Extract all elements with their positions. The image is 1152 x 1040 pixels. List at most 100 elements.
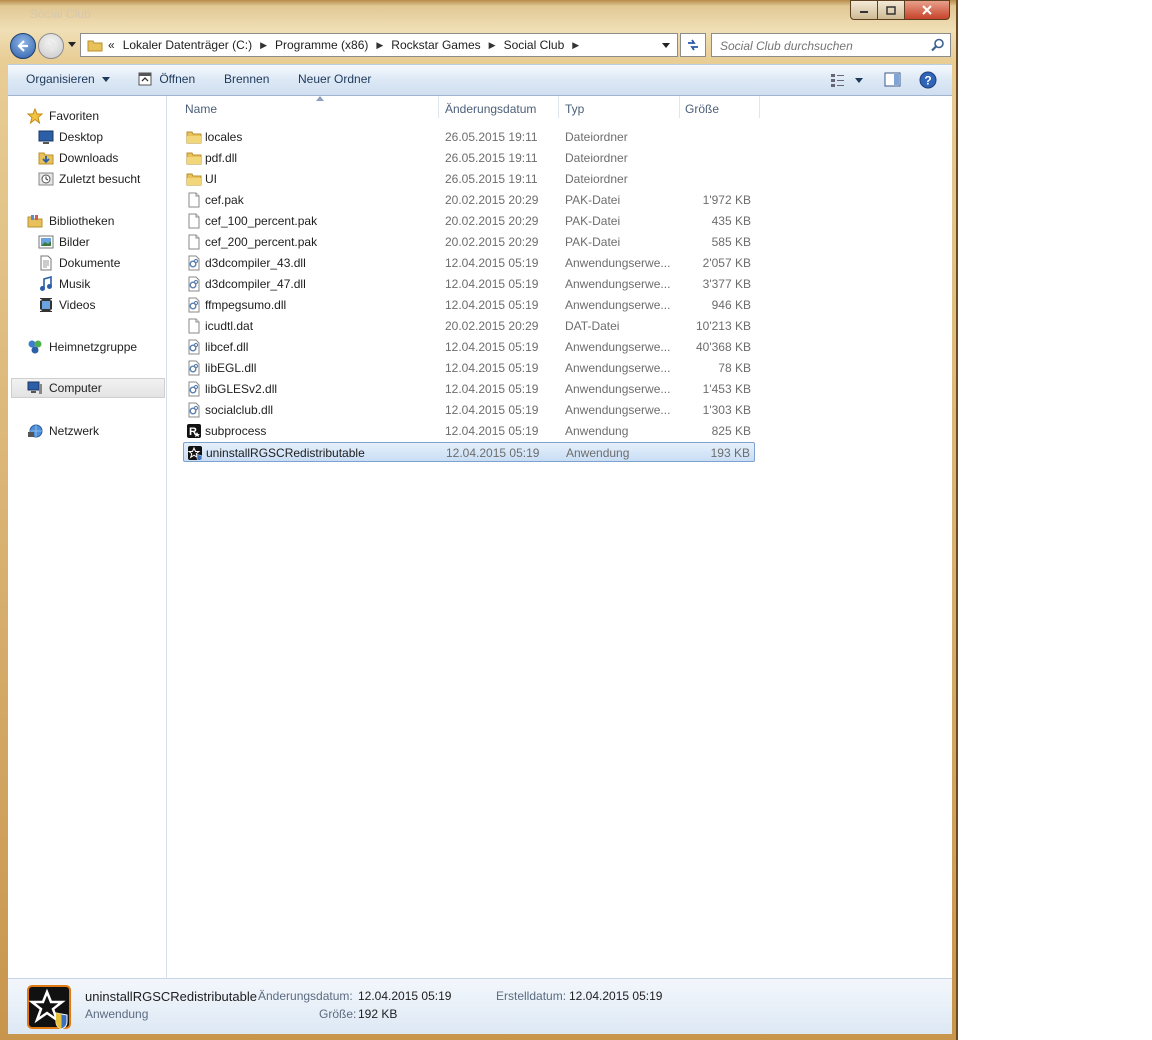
- close-button[interactable]: [904, 0, 950, 20]
- details-size-value: 192 KB: [358, 1007, 398, 1021]
- breadcrumb-program-files[interactable]: Programme (x86): [269, 38, 374, 52]
- column-header-date[interactable]: Änderungsdatum: [439, 96, 559, 120]
- breadcrumb-rockstar-games[interactable]: Rockstar Games: [385, 38, 486, 52]
- search-input[interactable]: [718, 37, 922, 55]
- table-row[interactable]: ffmpegsumo.dll 12.04.2015 05:19 Anwendungs…: [183, 295, 755, 315]
- view-options-button[interactable]: [830, 71, 866, 92]
- table-row[interactable]: uninstallRGSCRedistributable 12.04.2015 0…: [183, 442, 755, 462]
- column-header-type[interactable]: Typ: [559, 96, 679, 120]
- sidebar-item-downloads[interactable]: Downloads: [8, 148, 166, 168]
- sidebar-label: Musik: [59, 277, 91, 291]
- table-row[interactable]: locales 26.05.2015 19:11 Dateiordner: [183, 127, 755, 147]
- sidebar-item-favorites[interactable]: Favoriten: [8, 106, 166, 126]
- refresh-button[interactable]: [680, 33, 706, 57]
- breadcrumb-drive[interactable]: Lokaler Datenträger (C:): [121, 38, 258, 52]
- search-box[interactable]: [711, 33, 951, 57]
- column-type-label: Typ: [565, 102, 585, 116]
- sidebar-item-videos[interactable]: Videos: [8, 295, 166, 315]
- breadcrumb-separator-icon[interactable]: ▶: [570, 40, 581, 51]
- help-button[interactable]: ?: [919, 71, 937, 92]
- folder-icon: [87, 40, 103, 52]
- address-bar[interactable]: « Lokaler Datenträger (C:) ▶ Programme (…: [80, 33, 678, 57]
- table-row[interactable]: cef_100_percent.pak 20.02.2015 20:29 PAK-D…: [183, 211, 755, 231]
- table-row[interactable]: socialclub.dll 12.04.2015 05:19 Anwendungs…: [183, 400, 755, 420]
- breadcrumb-separator-icon[interactable]: ▶: [487, 40, 498, 51]
- breadcrumb-overflow[interactable]: «: [103, 38, 121, 52]
- file-name: cef_200_percent.pak: [205, 235, 318, 249]
- burn-button[interactable]: Brennen: [224, 72, 269, 86]
- address-dropdown-icon[interactable]: [661, 42, 671, 49]
- table-row[interactable]: libGLESv2.dll 12.04.2015 05:19 Anwendungse…: [183, 379, 755, 399]
- sidebar-item-desktop[interactable]: Desktop: [8, 127, 166, 147]
- back-button[interactable]: [10, 33, 36, 59]
- table-row[interactable]: libEGL.dll 12.04.2015 05:19 Anwendungserwe…: [183, 358, 755, 378]
- navigation-pane[interactable]: Favoriten Desktop Downloads Zuletzt besu…: [8, 96, 167, 978]
- homegroup-icon: [28, 340, 42, 354]
- file-list[interactable]: Name Änderungsdatum Typ Größe locales 26.…: [167, 96, 952, 978]
- file-name: d3dcompiler_43.dll: [205, 256, 306, 270]
- file-type: Dateiordner: [565, 151, 628, 165]
- file-type: Anwendung: [566, 446, 630, 460]
- videos-icon: [40, 298, 52, 312]
- dll-icon: [188, 276, 200, 292]
- column-header-size[interactable]: Größe: [680, 96, 760, 120]
- breadcrumb-separator-icon[interactable]: ▶: [258, 40, 269, 51]
- table-row[interactable]: d3dcompiler_43.dll 12.04.2015 05:19 Anwend…: [183, 253, 755, 273]
- file-icon: [188, 318, 200, 334]
- recent-places-icon: [38, 172, 54, 186]
- column-separator[interactable]: [759, 96, 760, 118]
- new-folder-button[interactable]: Neuer Ordner: [298, 72, 371, 86]
- file-name: pdf.dll: [205, 151, 238, 165]
- file-type: Anwendungserwe...: [565, 403, 671, 417]
- minimize-icon: [860, 11, 868, 13]
- maximize-icon: [886, 5, 896, 15]
- breadcrumb-separator-icon[interactable]: ▶: [374, 40, 385, 51]
- search-icon[interactable]: [931, 38, 945, 52]
- file-type: Anwendungserwe...: [565, 298, 671, 312]
- sidebar-item-recent[interactable]: Zuletzt besucht: [8, 169, 166, 189]
- sidebar-item-homegroup[interactable]: Heimnetzgruppe: [8, 337, 166, 357]
- table-row[interactable]: cef_200_percent.pak 20.02.2015 20:29 PAK-D…: [183, 232, 755, 252]
- column-date-label: Änderungsdatum: [445, 102, 537, 116]
- file-name: locales: [205, 130, 243, 144]
- organize-button[interactable]: Organisieren: [26, 72, 111, 86]
- table-row[interactable]: pdf.dll 26.05.2015 19:11 Dateiordner: [183, 148, 755, 168]
- table-row[interactable]: d3dcompiler_47.dll 12.04.2015 05:19 Anwend…: [183, 274, 755, 294]
- table-row[interactable]: Rsubprocess 12.04.2015 05:19 Anwendung 825 …: [183, 421, 755, 441]
- recent-pages-dropdown-icon[interactable]: [67, 41, 77, 48]
- title-bar[interactable]: Social Club: [0, 0, 958, 30]
- sidebar-item-libraries[interactable]: Bibliotheken: [8, 211, 166, 231]
- file-size: 825 KB: [711, 424, 751, 438]
- maximize-button[interactable]: [877, 0, 905, 20]
- sidebar-item-network[interactable]: Netzwerk: [8, 421, 166, 441]
- sidebar-item-pictures[interactable]: Bilder: [8, 232, 166, 252]
- table-row[interactable]: UI 26.05.2015 19:11 Dateiordner: [183, 169, 755, 189]
- sidebar-label: Heimnetzgruppe: [49, 340, 138, 354]
- file-icon: [188, 213, 200, 229]
- sidebar-item-documents[interactable]: Dokumente: [8, 253, 166, 273]
- table-row[interactable]: cef.pak 20.02.2015 20:29 PAK-Datei 1'972 KB: [183, 190, 755, 210]
- file-date: 12.04.2015 05:19: [445, 256, 539, 270]
- file-type: Anwendungserwe...: [565, 277, 671, 291]
- computer-icon: [27, 381, 42, 394]
- file-size: 435 KB: [711, 214, 751, 228]
- dll-icon: [188, 339, 200, 355]
- file-size: 40'368 KB: [695, 340, 751, 354]
- file-name: cef_100_percent.pak: [205, 214, 318, 228]
- view-list-icon: [831, 74, 863, 87]
- table-row[interactable]: libcef.dll 12.04.2015 05:19 Anwendungserwe…: [183, 337, 755, 357]
- sidebar-item-music[interactable]: Musik: [8, 274, 166, 294]
- open-button[interactable]: Öffnen: [138, 72, 195, 86]
- forward-button[interactable]: [38, 33, 64, 59]
- desktop-icon: [38, 130, 54, 144]
- network-icon: [28, 424, 43, 438]
- downloads-folder-icon: [38, 152, 54, 165]
- table-row[interactable]: icudtl.dat 20.02.2015 20:29 DAT-Datei 10'21…: [183, 316, 755, 336]
- breadcrumb-social-club[interactable]: Social Club: [498, 38, 571, 52]
- sidebar-item-computer[interactable]: Computer: [11, 378, 165, 398]
- minimize-button[interactable]: [850, 0, 878, 20]
- preview-pane-button[interactable]: [884, 71, 902, 92]
- file-type: PAK-Datei: [565, 193, 621, 207]
- file-type: PAK-Datei: [565, 235, 621, 249]
- column-header-name[interactable]: Name: [179, 96, 439, 120]
